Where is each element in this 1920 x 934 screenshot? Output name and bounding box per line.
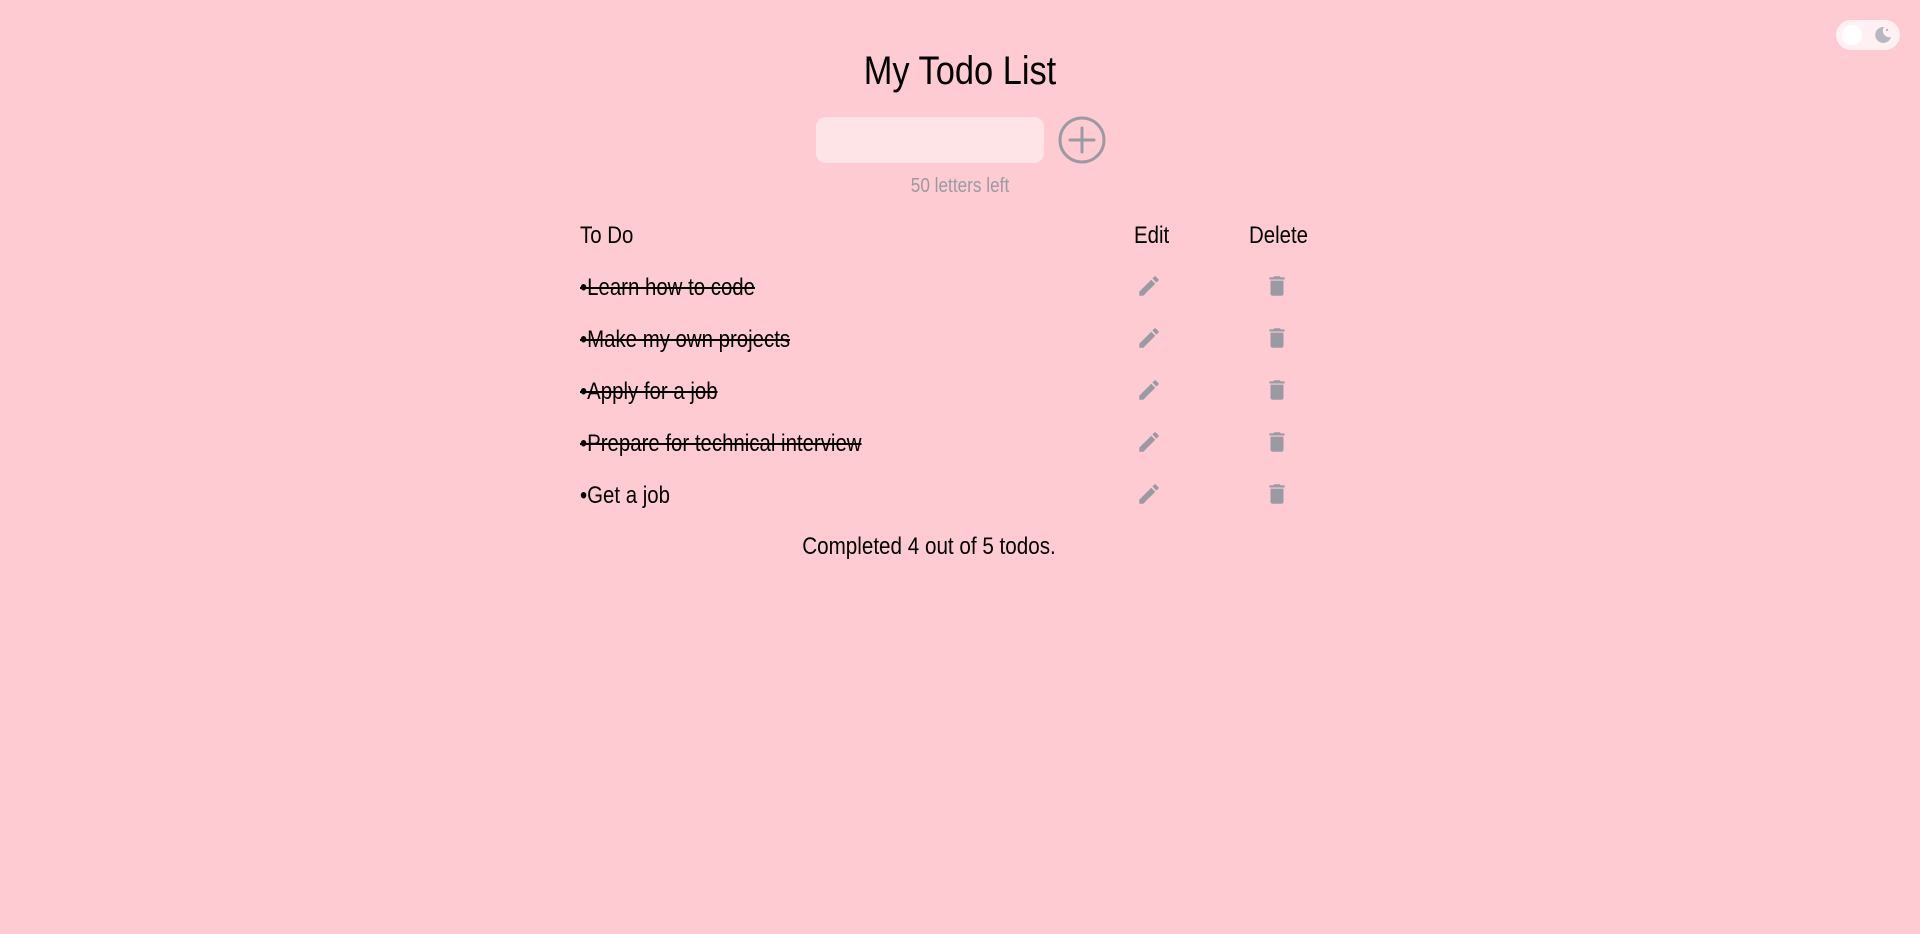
trash-icon (1269, 328, 1285, 348)
column-header-edit: Edit (1134, 222, 1170, 249)
trash-icon (1269, 380, 1285, 400)
edit-button[interactable] (1136, 429, 1162, 455)
trash-icon (1269, 484, 1285, 504)
pencil-icon (1139, 432, 1159, 452)
completion-summary: Completed 4 out of 5 todos. (802, 533, 1056, 560)
theme-toggle[interactable] (1836, 20, 1900, 50)
pencil-icon (1139, 380, 1159, 400)
new-todo-input[interactable] (816, 117, 1044, 163)
column-header-delete: Delete (1249, 222, 1308, 249)
edit-button[interactable] (1136, 377, 1162, 403)
page-title: My Todo List (863, 49, 1057, 93)
toggle-knob[interactable] (1842, 25, 1862, 45)
delete-button[interactable] (1264, 481, 1290, 507)
edit-button[interactable] (1136, 481, 1162, 507)
todo-item-text[interactable]: •Learn how to code (580, 273, 755, 303)
pencil-icon (1139, 328, 1159, 348)
todo-item-text[interactable]: •Prepare for technical interview (580, 429, 862, 459)
moon-icon (1875, 26, 1891, 43)
todo-item-text[interactable]: •Make my own projects (580, 325, 790, 355)
plus-circle-icon (1058, 116, 1106, 164)
delete-button[interactable] (1264, 273, 1290, 299)
letters-left-counter: 50 letters left (910, 175, 1010, 197)
trash-icon (1269, 432, 1285, 452)
edit-button[interactable] (1136, 273, 1162, 299)
delete-button[interactable] (1264, 325, 1290, 351)
delete-button[interactable] (1264, 429, 1290, 455)
pencil-icon (1139, 484, 1159, 504)
edit-button[interactable] (1136, 325, 1162, 351)
todo-item-text[interactable]: •Apply for a job (580, 377, 718, 407)
trash-icon (1269, 276, 1285, 296)
pencil-icon (1139, 276, 1159, 296)
add-todo-button[interactable] (1058, 116, 1106, 164)
delete-button[interactable] (1264, 377, 1290, 403)
todo-item-text[interactable]: •Get a job (580, 481, 670, 511)
column-header-todo: To Do (580, 222, 634, 249)
